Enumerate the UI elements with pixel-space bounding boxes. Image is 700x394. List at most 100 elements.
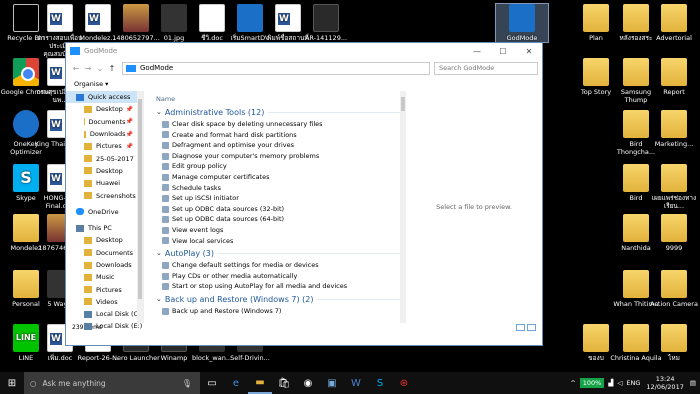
- cortana-search-box[interactable]: ○ Ask me anything 🎙: [24, 372, 200, 394]
- nero-icon[interactable]: ⊛: [392, 372, 416, 394]
- search-input[interactable]: Search GodMode: [434, 61, 538, 75]
- name-column-header[interactable]: Name: [156, 91, 406, 105]
- sidebar-item[interactable]: 25-05-2017: [66, 152, 143, 164]
- minimize-button[interactable]: —: [464, 47, 490, 56]
- sidebar-item[interactable]: Downloads: [66, 259, 143, 271]
- sidebar-item[interactable]: Huawei: [66, 177, 143, 189]
- list-item[interactable]: Set up ODBC data sources (64-bit): [156, 214, 406, 225]
- list-item-label: View local services: [172, 236, 234, 245]
- skype-icon[interactable]: S: [368, 372, 392, 394]
- folder-icon: [84, 298, 92, 306]
- list-item[interactable]: Create and format hard disk partitions: [156, 130, 406, 141]
- microphone-icon[interactable]: 🎙: [182, 379, 192, 388]
- sidebar-item-label: Desktop: [96, 236, 123, 245]
- sidebar-item[interactable]: Pictures: [66, 283, 143, 295]
- clock[interactable]: 13:24 12/06/2017: [646, 375, 683, 391]
- sidebar-item[interactable]: Documents 📌: [66, 116, 143, 128]
- title-bar[interactable]: GodMode — ☐ ✕: [66, 43, 542, 59]
- list-item-label: Change default settings for media or dev…: [172, 261, 319, 270]
- sidebar-item[interactable]: Videos: [66, 296, 143, 308]
- maximize-button[interactable]: ☐: [490, 47, 516, 56]
- chrome-icon[interactable]: ◉: [296, 372, 320, 394]
- navigation-scrollbar[interactable]: [137, 91, 143, 323]
- file-explorer-icon[interactable]: ▬: [248, 372, 272, 394]
- category-header[interactable]: Back up and Restore (Windows 7) (2): [156, 293, 406, 306]
- up-button[interactable]: ↑: [106, 64, 118, 73]
- folder-icon: [84, 179, 92, 187]
- details-view-button[interactable]: [516, 323, 525, 331]
- star-icon: [76, 93, 84, 101]
- list-item[interactable]: Set up iSCSI initiator: [156, 193, 406, 204]
- category-header[interactable]: AutoPlay (3): [156, 247, 406, 260]
- desktop-image-file[interactable]: AR-141129...: [300, 4, 352, 42]
- list-item[interactable]: Manage computer certificates: [156, 172, 406, 183]
- list-item-label: View event logs: [172, 225, 224, 234]
- sidebar-item[interactable]: Desktop 📌: [66, 103, 143, 115]
- close-button[interactable]: ✕: [516, 47, 542, 56]
- content-scrollbar[interactable]: [400, 91, 406, 323]
- sidebar-item[interactable]: Pictures 📌: [66, 140, 143, 152]
- battery-indicator[interactable]: 100%: [579, 378, 605, 388]
- list-item[interactable]: Set up ODBC data sources (32-bit): [156, 204, 406, 215]
- list-item[interactable]: Schedule tasks: [156, 183, 406, 194]
- category-divider: [268, 112, 406, 113]
- store-icon[interactable]: 🛍: [272, 372, 296, 394]
- windows-start-icon[interactable]: ⊞: [0, 372, 24, 394]
- computer-icon: [84, 310, 92, 318]
- address-bar[interactable]: GodMode: [122, 61, 430, 75]
- language-indicator[interactable]: ENG: [626, 379, 640, 387]
- sidebar-item-label: Pictures: [96, 142, 122, 151]
- sidebar-item[interactable]: Desktop: [66, 165, 143, 177]
- desktop-folder[interactable]: เผยแพร่ช่องทางเรียน...: [648, 164, 700, 210]
- network-icon[interactable]: ▟: [608, 379, 613, 387]
- desktop-folder[interactable]: Advertorial: [648, 4, 700, 42]
- list-item[interactable]: Defragment and optimise your drives: [156, 140, 406, 151]
- pin-icon: 📌: [125, 105, 133, 113]
- list-item-label: Set up iSCSI initiator: [172, 194, 239, 203]
- list-item[interactable]: Back up and Restore (Windows 7): [156, 306, 406, 317]
- desktop-folder[interactable]: Action Camera: [648, 270, 700, 308]
- recent-locations-dropdown[interactable]: ⌄: [94, 64, 106, 73]
- settings-shortcut-icon: [162, 272, 169, 280]
- desktop-folder[interactable]: Marketing...: [648, 110, 700, 148]
- word-icon[interactable]: W: [344, 372, 368, 394]
- sidebar-item[interactable]: This PC: [66, 222, 143, 234]
- settings-shortcut-icon: [162, 184, 169, 192]
- sidebar-item[interactable]: OneDrive: [66, 206, 143, 218]
- desktop-folder[interactable]: ไหม: [648, 324, 700, 362]
- tray-overflow-icon[interactable]: ^: [570, 379, 575, 387]
- list-item[interactable]: Play CDs or other media automatically: [156, 271, 406, 282]
- sidebar-item[interactable]: Local Disk (C:): [66, 308, 143, 320]
- task-view-icon[interactable]: ▭: [200, 372, 224, 394]
- organise-menu[interactable]: Organise ▾: [66, 77, 542, 91]
- sidebar-item[interactable]: Local Disk (E:): [66, 320, 143, 332]
- sidebar-item[interactable]: Documents: [66, 247, 143, 259]
- cortana-circle-icon: ○: [30, 378, 37, 388]
- volume-icon[interactable]: ◁: [617, 379, 622, 387]
- godmode-desktop-icon[interactable]: GodMode: [495, 3, 549, 43]
- action-center-icon[interactable]: ▤: [690, 379, 696, 387]
- settings-shortcut-icon: [162, 163, 169, 171]
- list-item[interactable]: View event logs: [156, 225, 406, 236]
- desktop-folder[interactable]: 9999: [648, 214, 700, 252]
- forward-button[interactable]: →: [82, 64, 94, 73]
- photo-app-icon[interactable]: ▣: [320, 372, 344, 394]
- desktop-folder[interactable]: Report: [648, 58, 700, 96]
- settings-shortcut-icon: [162, 261, 169, 269]
- list-item[interactable]: Edit group policy: [156, 161, 406, 172]
- category-header[interactable]: Administrative Tools (12): [156, 106, 406, 119]
- sidebar-item[interactable]: Screenshots: [66, 189, 143, 201]
- sidebar-item[interactable]: Music: [66, 271, 143, 283]
- back-button[interactable]: ←: [70, 64, 82, 73]
- list-item[interactable]: Change default settings for media or dev…: [156, 260, 406, 271]
- sidebar-item[interactable]: Quick access: [66, 91, 143, 104]
- list-item[interactable]: Diagnose your computer's memory problems: [156, 151, 406, 162]
- edge-icon[interactable]: e: [224, 372, 248, 394]
- sidebar-item[interactable]: Downloads 📌: [66, 128, 143, 140]
- list-item-label: Back up and Restore (Windows 7): [172, 306, 282, 315]
- sidebar-item[interactable]: Desktop: [66, 234, 143, 246]
- list-item[interactable]: Clear disk space by deleting unnecessary…: [156, 119, 406, 130]
- large-icons-view-button[interactable]: [527, 323, 536, 331]
- list-item[interactable]: View local services: [156, 236, 406, 247]
- list-item[interactable]: Start or stop using AutoPlay for all med…: [156, 281, 406, 292]
